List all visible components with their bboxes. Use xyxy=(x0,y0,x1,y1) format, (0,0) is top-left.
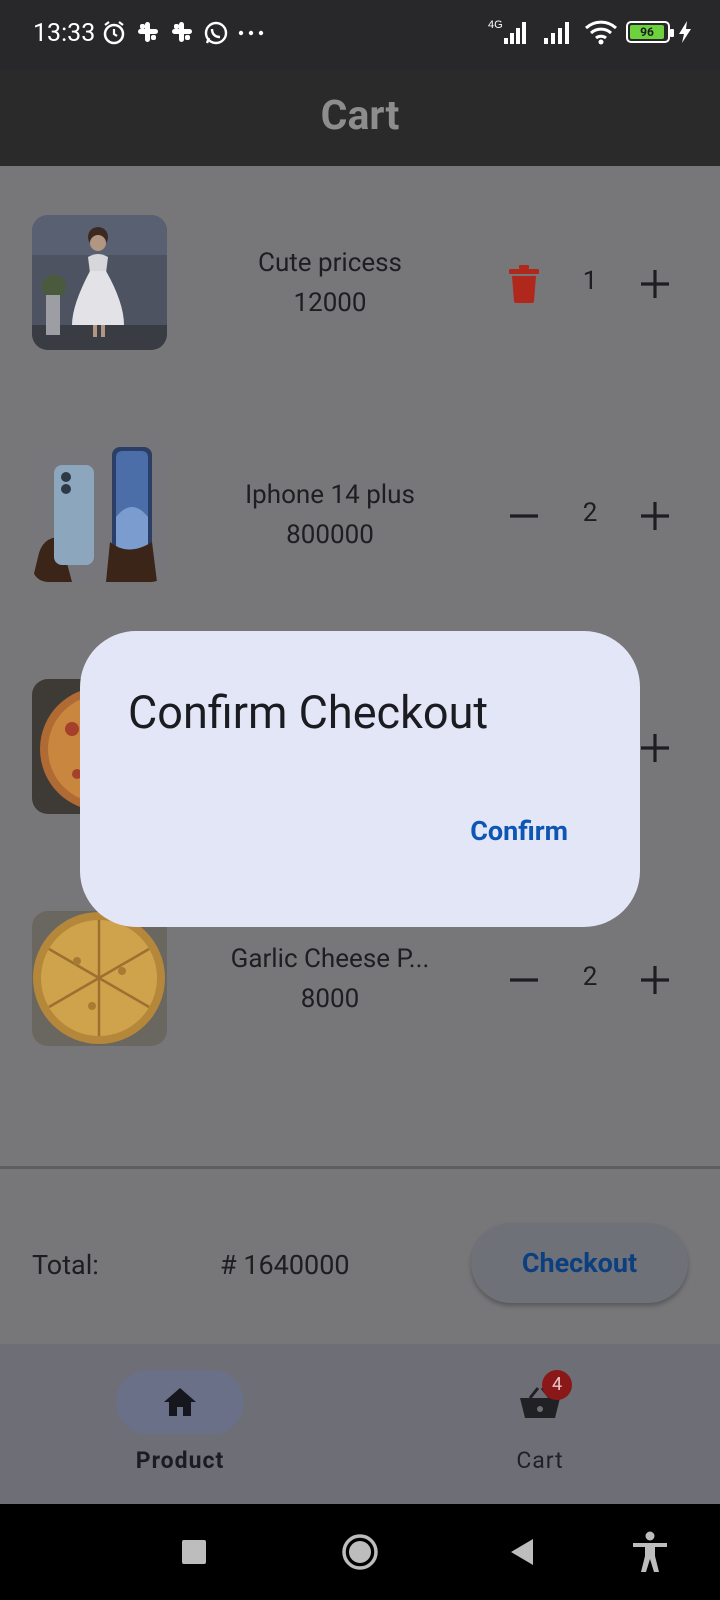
nav-item-cart[interactable]: 4 Cart xyxy=(440,1370,640,1490)
wifi-icon xyxy=(584,20,618,45)
cellular-signal-icon xyxy=(544,22,569,44)
nav-item-product[interactable]: Product xyxy=(80,1370,280,1490)
home-button[interactable] xyxy=(338,1530,382,1574)
increase-quantity-button[interactable] xyxy=(630,955,680,1005)
battery-level: 96 xyxy=(630,25,664,39)
cart-item-name: Garlic Cheese P... xyxy=(230,944,430,974)
minus-icon xyxy=(510,514,538,518)
whatsapp-icon xyxy=(202,20,230,48)
battery-icon: 96 xyxy=(626,21,674,43)
accessibility-button[interactable] xyxy=(628,1530,672,1574)
trash-icon xyxy=(509,265,539,303)
product-image-dress xyxy=(32,215,167,350)
increase-quantity-button[interactable] xyxy=(630,259,680,309)
cart-item-price: 800000 xyxy=(286,520,374,550)
nav-label-cart: Cart xyxy=(516,1447,564,1474)
cellular-4g-icon: 4G xyxy=(488,19,526,44)
plus-icon xyxy=(641,734,669,762)
cart-item-name: Cute pricess xyxy=(258,248,402,278)
confirm-button[interactable]: Confirm xyxy=(470,811,568,851)
delete-button[interactable] xyxy=(499,259,549,309)
decrease-quantity-button[interactable] xyxy=(499,491,549,541)
status-time: 13:33 xyxy=(33,19,96,48)
page-title: Cart xyxy=(320,92,400,140)
app-bar: Cart xyxy=(0,70,720,166)
back-triangle-icon xyxy=(511,1539,533,1565)
status-bar: 13:33 4G 96 xyxy=(0,0,720,70)
network-type-label: 4G xyxy=(488,19,503,31)
cart-item-quantity: 2 xyxy=(582,962,598,992)
back-button[interactable] xyxy=(500,1530,544,1574)
plus-icon xyxy=(641,966,669,994)
status-notification-icons xyxy=(100,20,264,48)
plus-icon xyxy=(641,502,669,530)
cart-item: Garlic Cheese P... 8000 2 xyxy=(0,911,720,1046)
product-image-garlic-cheese-pizza xyxy=(32,911,167,1046)
cart-item-price: 12000 xyxy=(293,288,367,318)
cart-count-badge: 4 xyxy=(542,1370,572,1400)
status-system-icons: 4G 96 xyxy=(488,18,692,46)
decrease-quantity-button[interactable] xyxy=(499,955,549,1005)
accessibility-icon xyxy=(633,1531,667,1572)
confirm-checkout-dialog: Confirm Checkout Confirm xyxy=(80,631,640,927)
total-value: # 1640000 xyxy=(220,1249,350,1281)
cart-item-info: Cute pricess 12000 xyxy=(210,243,450,323)
home-icon xyxy=(164,1388,196,1416)
minus-icon xyxy=(510,978,538,982)
slack-icon xyxy=(134,20,162,48)
total-label: Total: xyxy=(32,1249,99,1281)
slack-icon xyxy=(168,20,196,48)
cart-item-price: 8000 xyxy=(300,984,360,1014)
cart-item-quantity: 1 xyxy=(582,266,598,296)
cart-item-info: Garlic Cheese P... 8000 xyxy=(210,939,450,1019)
circle-icon xyxy=(342,1534,378,1570)
cart-total-bar: Total: # 1640000 Checkout xyxy=(0,1169,720,1344)
system-navigation-bar xyxy=(0,1504,720,1600)
dialog-title: Confirm Checkout xyxy=(128,686,489,739)
cart-item: Cute pricess 12000 1 xyxy=(0,215,720,350)
bottom-navigation: Product 4 Cart xyxy=(0,1344,720,1504)
cart-item-name: Iphone 14 plus xyxy=(245,480,415,510)
cart-item-info: Iphone 14 plus 800000 xyxy=(210,475,450,555)
nav-label-product: Product xyxy=(135,1447,225,1474)
cart-item-quantity: 2 xyxy=(582,498,598,528)
recents-button[interactable] xyxy=(172,1530,216,1574)
alarm-icon xyxy=(100,20,128,48)
plus-icon xyxy=(641,270,669,298)
more-icon xyxy=(236,20,264,48)
charging-icon xyxy=(679,21,691,43)
product-image-iphone xyxy=(32,447,167,582)
checkout-button[interactable]: Checkout xyxy=(471,1223,688,1303)
square-icon xyxy=(182,1540,206,1564)
increase-quantity-button[interactable] xyxy=(630,491,680,541)
cart-item: Iphone 14 plus 800000 2 xyxy=(0,447,720,582)
